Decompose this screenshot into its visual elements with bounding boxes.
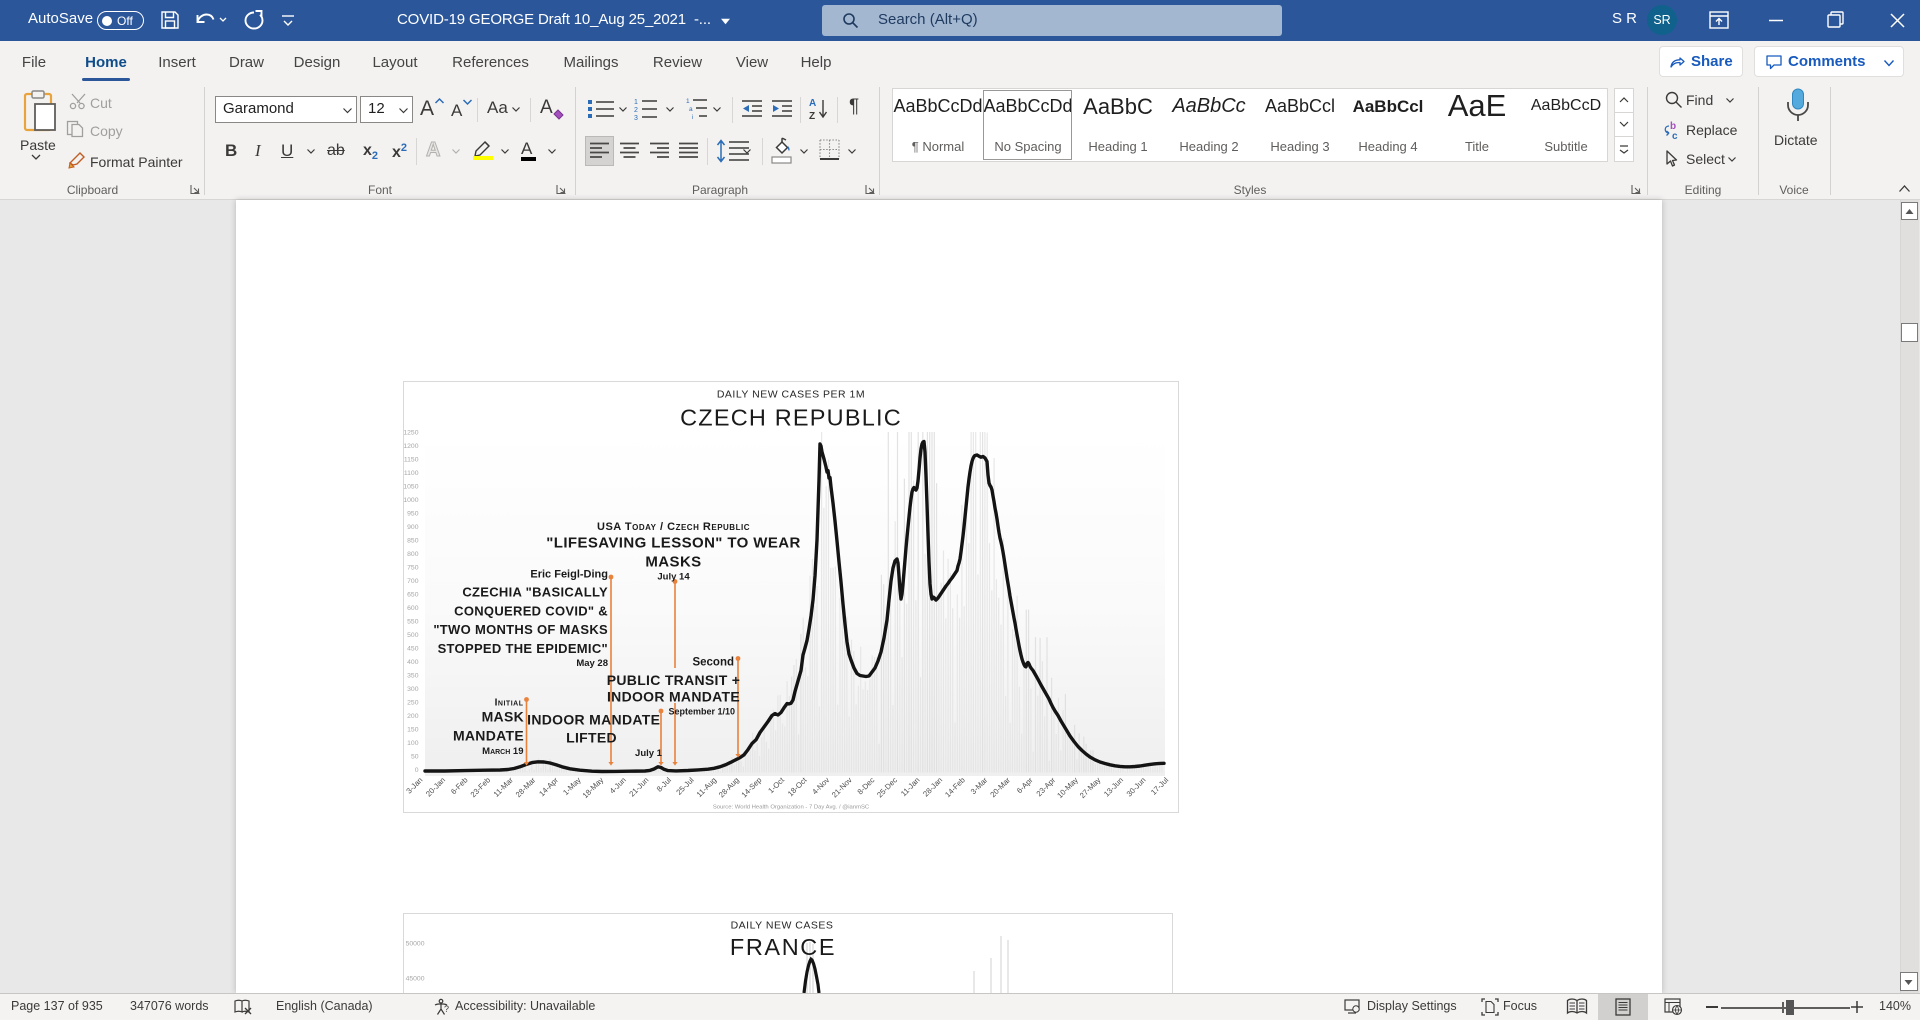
svg-text:DAILY NEW CASES: DAILY NEW CASES [731, 920, 834, 932]
svg-text:300: 300 [407, 686, 419, 693]
svg-text:CONQUERED COVID" &: CONQUERED COVID" & [454, 603, 608, 618]
svg-text:45000: 45000 [406, 976, 425, 983]
svg-text:May 28: May 28 [576, 658, 608, 669]
svg-text:200: 200 [407, 713, 419, 720]
svg-text:600: 600 [407, 605, 419, 612]
svg-text:800: 800 [407, 551, 419, 558]
svg-text:DAILY NEW CASES PER 1M: DAILY NEW CASES PER 1M [717, 389, 865, 401]
svg-text:Initial: Initial [495, 698, 524, 709]
svg-text:500: 500 [407, 632, 419, 639]
svg-text:1: 1 [686, 98, 690, 105]
svg-text:1200: 1200 [403, 443, 418, 450]
svg-text:"LIFESAVING LESSON" TO WEAR: "LIFESAVING LESSON" TO WEAR [546, 535, 800, 552]
svg-text:USA Today / Czech Republic: USA Today / Czech Republic [597, 521, 750, 533]
svg-text:PUBLIC TRANSIT +: PUBLIC TRANSIT + [607, 672, 741, 688]
svg-text:Source: World Health Organizat: Source: World Health Organization - 7 Da… [713, 805, 870, 811]
svg-text:400: 400 [407, 659, 419, 666]
svg-text:FRANCE: FRANCE [730, 934, 836, 960]
svg-text:July 14: July 14 [657, 572, 690, 583]
svg-text:650: 650 [407, 592, 419, 599]
svg-text:150: 150 [407, 727, 419, 734]
svg-text:900: 900 [407, 524, 419, 531]
svg-text:950: 950 [407, 511, 419, 518]
svg-text:CZECH REPUBLIC: CZECH REPUBLIC [680, 405, 902, 431]
svg-text:September 1/10: September 1/10 [668, 707, 735, 717]
svg-text:?: ? [444, 1004, 449, 1014]
svg-text:Z: Z [809, 111, 815, 122]
svg-text:i: i [692, 114, 693, 121]
svg-text:March 19: March 19 [482, 746, 523, 757]
svg-text:1150: 1150 [404, 457, 419, 464]
svg-text:100: 100 [407, 740, 419, 747]
svg-text:July 1: July 1 [635, 748, 663, 759]
svg-text:A: A [809, 98, 816, 109]
svg-text:1250: 1250 [403, 430, 418, 437]
svg-text:450: 450 [407, 646, 419, 653]
svg-text:700: 700 [407, 578, 419, 585]
svg-text:MASKS: MASKS [645, 554, 701, 571]
svg-text:350: 350 [407, 673, 419, 680]
svg-text:3: 3 [634, 115, 638, 122]
svg-text:250: 250 [407, 700, 419, 707]
svg-text:CZECHIA "BASICALLY: CZECHIA "BASICALLY [462, 585, 608, 600]
svg-text:850: 850 [407, 538, 419, 545]
svg-text:Second: Second [692, 657, 734, 669]
svg-text:MANDATE: MANDATE [453, 728, 524, 744]
svg-text:MASK: MASK [482, 709, 524, 725]
svg-text:50000: 50000 [406, 941, 425, 948]
svg-text:INDOOR MANDATE: INDOOR MANDATE [527, 712, 660, 728]
svg-text:STOPPED THE EPIDEMIC": STOPPED THE EPIDEMIC" [438, 641, 608, 656]
svg-text:1000: 1000 [403, 497, 418, 504]
svg-text:LIFTED: LIFTED [566, 730, 617, 746]
svg-text:"TWO MONTHS OF MASKS: "TWO MONTHS OF MASKS [433, 622, 608, 637]
svg-text:50: 50 [411, 754, 419, 761]
svg-text:Eric Feigl-Ding: Eric Feigl-Ding [530, 569, 608, 581]
svg-text:a: a [689, 106, 693, 113]
svg-text:2: 2 [634, 107, 638, 114]
svg-text:0: 0 [415, 767, 419, 774]
svg-text:750: 750 [407, 565, 419, 572]
svg-text:1050: 1050 [403, 484, 418, 491]
svg-text:1100: 1100 [404, 470, 419, 477]
svg-text:INDOOR MANDATE: INDOOR MANDATE [607, 689, 740, 705]
svg-text:c: c [1672, 131, 1678, 142]
svg-text:550: 550 [407, 619, 419, 626]
svg-text:1: 1 [634, 99, 638, 106]
